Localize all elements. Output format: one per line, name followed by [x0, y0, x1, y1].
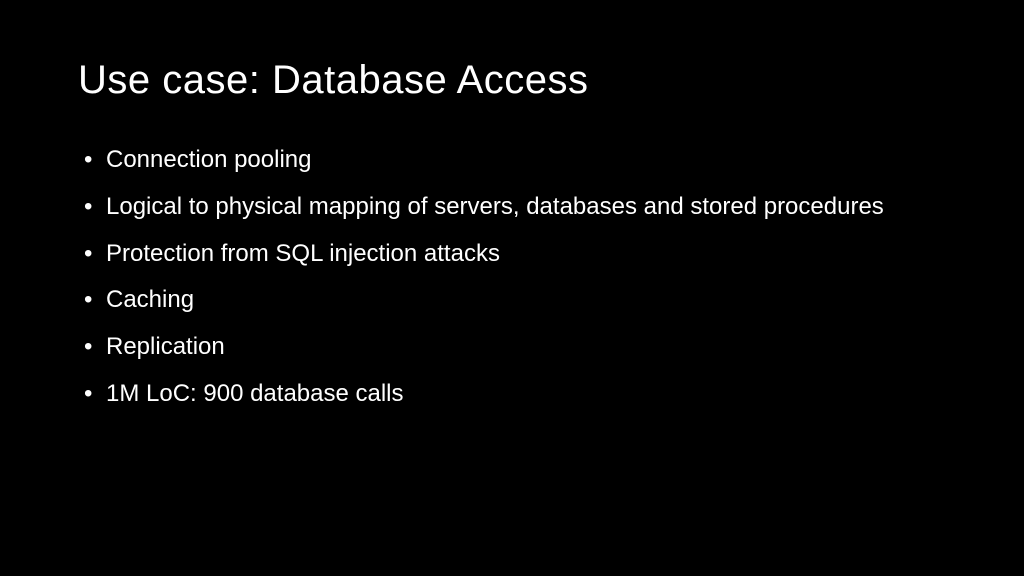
bullet-list: Connection pooling Logical to physical m… [78, 143, 946, 412]
slide-container: Use case: Database Access Connection poo… [0, 0, 1024, 576]
bullet-item: Protection from SQL injection attacks [84, 237, 904, 272]
bullet-item: Replication [84, 330, 904, 365]
bullet-item: 1M LoC: 900 database calls [84, 377, 904, 412]
bullet-item: Caching [84, 283, 904, 318]
bullet-item: Logical to physical mapping of servers, … [84, 190, 904, 225]
slide-title: Use case: Database Access [78, 58, 946, 103]
bullet-item: Connection pooling [84, 143, 904, 178]
